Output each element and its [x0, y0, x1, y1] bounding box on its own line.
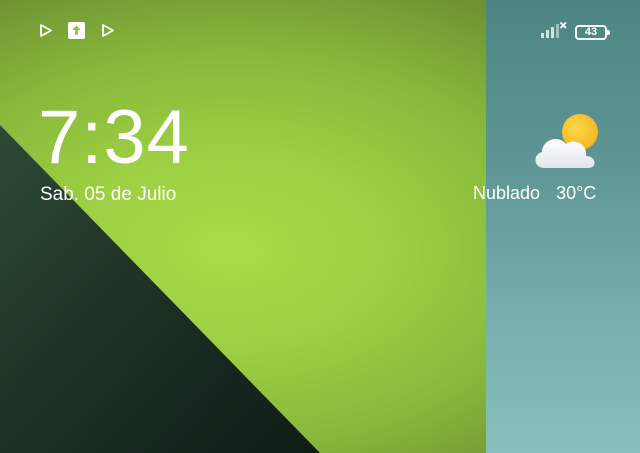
status-bar-notifications: [37, 22, 116, 39]
battery-icon: 43: [575, 24, 610, 40]
upload-icon: [68, 22, 85, 39]
lock-screen: 43 7:34 Sab. 05 de Julio Nublado 30°C: [0, 0, 640, 453]
partly-cloudy-icon: [535, 114, 598, 168]
weather-temperature: 30°C: [556, 183, 597, 203]
weather-condition: Nublado: [473, 183, 541, 203]
lock-screen-date: Sab. 05 de Julio: [40, 184, 177, 205]
weather-summary: Nublado 30°C: [473, 183, 596, 204]
lock-screen-clock: 7:34: [38, 95, 190, 180]
play-store-icon: [99, 22, 116, 39]
status-bar-system: 43: [541, 21, 610, 42]
battery-level: 43: [584, 25, 598, 38]
weather-panel: [486, 0, 640, 453]
play-store-icon: [37, 22, 54, 39]
signal-no-connection-icon: [541, 21, 567, 42]
